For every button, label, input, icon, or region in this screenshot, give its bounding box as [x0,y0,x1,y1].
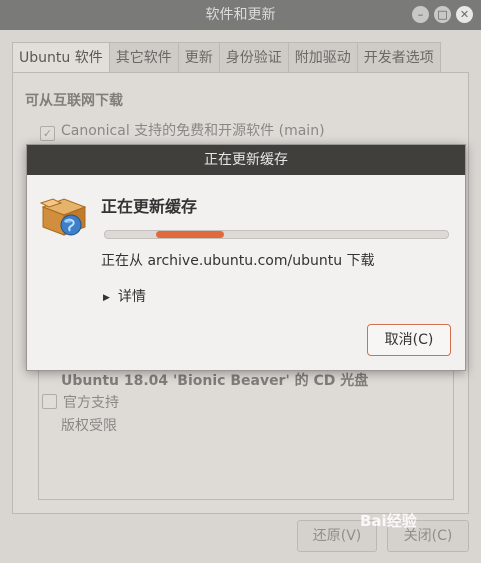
dialog-heading: 正在更新缓存 [101,197,198,216]
cd-restricted-label: 版权受限 [61,418,117,434]
canonical-checkbox-label: Canonical 支持的免费和开源软件 (main) [61,123,325,139]
download-status: 正在从 archive.ubuntu.com/ubuntu 下载 [101,253,375,269]
cancel-button[interactable]: 取消(C) [367,324,451,356]
close-icon[interactable]: ✕ [456,6,473,23]
dialog-title: 正在更新缓存 [27,145,465,175]
tab-updates[interactable]: 更新 [177,42,220,73]
update-cache-dialog: 正在更新缓存 正在更新缓存 正在从 archive.ubuntu.com/ubu… [26,144,466,371]
maximize-icon[interactable]: □ [434,6,451,23]
section-title: 可从互联网下载 [25,93,123,109]
details-label: 详情 [117,289,146,305]
cd-title: Ubuntu 18.04 'Bionic Beaver' 的 CD 光盘 [61,373,369,389]
window-title: 软件和更新 [205,7,276,23]
tab-developer-options[interactable]: 开发者选项 [356,42,441,73]
checkbox-unchecked-icon[interactable] [42,394,57,409]
details-expander[interactable]: ▶ 详情 [103,286,146,306]
tab-ubuntu-software[interactable]: Ubuntu 软件 [12,42,110,73]
progress-pulse [156,231,224,238]
watermark-logo: Bai经验 [360,512,417,530]
checkbox-checked-icon[interactable]: ✓ [40,126,55,141]
expander-triangle-icon[interactable]: ▶ [103,293,110,303]
minimize-icon[interactable]: – [412,6,429,23]
package-globe-icon [39,198,87,236]
tab-bar: Ubuntu 软件 其它软件 更新 身份验证 附加驱动 开发者选项 [12,42,441,73]
tab-authentication[interactable]: 身份验证 [218,42,289,73]
progress-bar [104,230,449,239]
canonical-checkbox-row[interactable]: ✓ Canonical 支持的免费和开源软件 (main) [40,120,325,141]
tab-other-software[interactable]: 其它软件 [108,42,179,73]
cd-official-row[interactable]: 官方支持 [42,392,119,412]
cd-official-label: 官方支持 [63,395,119,411]
window-titlebar: 软件和更新 – □ ✕ [0,0,481,30]
tab-additional-drivers[interactable]: 附加驱动 [287,42,358,73]
